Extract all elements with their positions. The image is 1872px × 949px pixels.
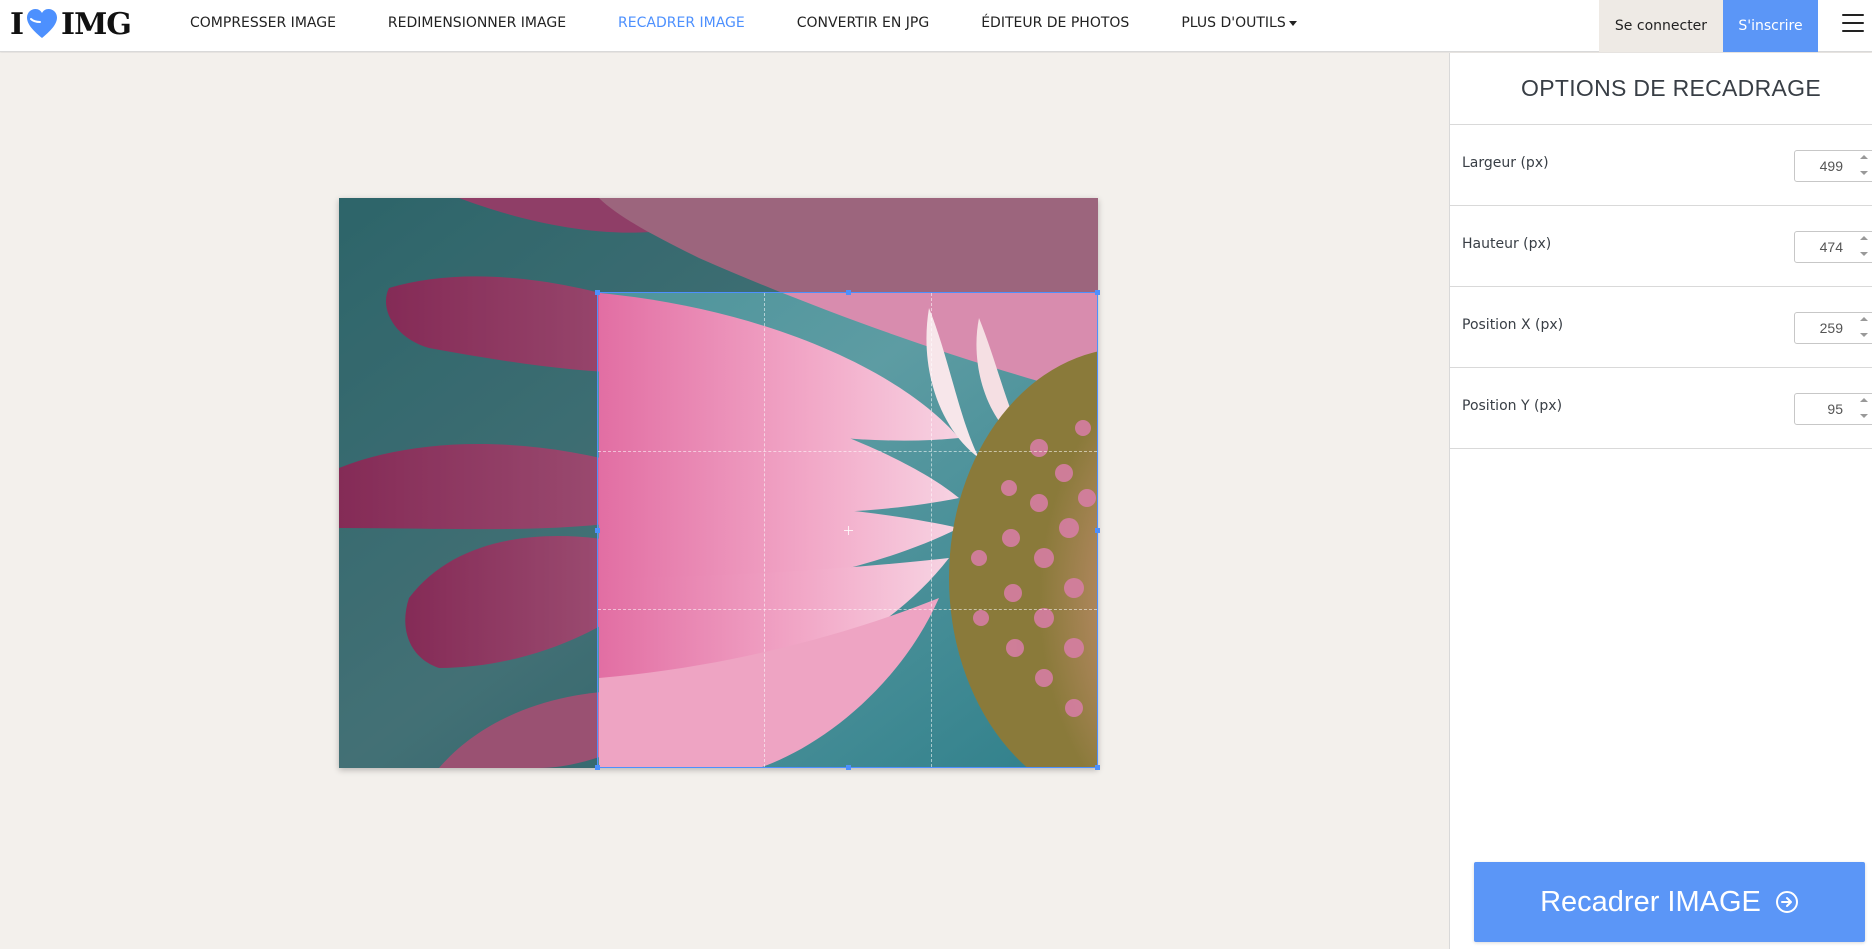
spin-down-icon[interactable] [1860, 171, 1868, 175]
height-stepper[interactable] [1859, 233, 1869, 259]
resize-handle-ne[interactable] [1095, 290, 1100, 295]
resize-handle-s[interactable] [845, 765, 851, 770]
caret-down-icon [1288, 20, 1297, 26]
nav-more-tools[interactable]: PLUS D'OUTILS [1181, 15, 1297, 31]
spin-up-icon[interactable] [1860, 317, 1868, 321]
position-y-label: Position Y (px) [1462, 398, 1563, 414]
spin-up-icon[interactable] [1860, 155, 1868, 159]
resize-handle-e[interactable] [1095, 528, 1100, 533]
nav-crop-image[interactable]: RECADRER IMAGE [618, 15, 745, 31]
resize-handle-sw[interactable] [595, 765, 600, 770]
arrow-circle-right-icon [1775, 891, 1798, 913]
resize-handle-se[interactable] [1095, 765, 1100, 770]
logo-text-right: IMG [61, 6, 132, 42]
width-stepper[interactable] [1859, 152, 1869, 178]
option-position-y-row: Position Y (px) 95 [1450, 368, 1872, 449]
heart-icon [27, 9, 58, 38]
option-height-row: Hauteur (px) 474 [1450, 206, 1872, 287]
option-width-row: Largeur (px) 499 [1450, 125, 1872, 206]
crop-selection-box[interactable] [595, 290, 1100, 770]
position-x-stepper[interactable] [1859, 314, 1869, 340]
signup-button[interactable]: S'inscrire [1723, 0, 1818, 52]
crop-image-button[interactable]: Recadrer IMAGE [1474, 862, 1865, 942]
spin-up-icon[interactable] [1860, 236, 1868, 240]
main-nav: COMPRESSER IMAGE REDIMENSIONNER IMAGE RE… [190, 0, 1349, 46]
position-y-stepper[interactable] [1859, 395, 1869, 421]
top-navbar: I IMG COMPRESSER IMAGE REDIMENSIONNER IM… [0, 0, 1872, 52]
height-label: Hauteur (px) [1462, 236, 1552, 252]
menu-bar [1842, 30, 1864, 32]
spin-down-icon[interactable] [1860, 333, 1868, 337]
menu-bar [1842, 14, 1864, 16]
nav-photo-editor[interactable]: ÉDITEUR DE PHOTOS [981, 15, 1129, 31]
nav-more-tools-label: PLUS D'OUTILS [1181, 15, 1286, 31]
grid-line [598, 450, 1097, 452]
menu-bar [1842, 22, 1864, 24]
sidebar-title: OPTIONS DE RECADRAGE [1450, 53, 1872, 125]
crop-options-sidebar: OPTIONS DE RECADRAGE Largeur (px) 499 Ha… [1449, 53, 1872, 949]
spin-up-icon[interactable] [1860, 398, 1868, 402]
resize-handle-nw[interactable] [595, 290, 600, 295]
crop-center-crosshair-icon [843, 526, 853, 535]
crop-button-label: Recadrer IMAGE [1540, 885, 1761, 918]
grid-line [598, 608, 1097, 610]
grid-line [764, 293, 766, 767]
logo-text-left: I [10, 6, 24, 42]
hamburger-menu-icon[interactable] [1842, 14, 1864, 32]
nav-convert-jpg[interactable]: CONVERTIR EN JPG [797, 15, 929, 31]
resize-handle-w[interactable] [595, 528, 600, 533]
resize-handle-n[interactable] [845, 290, 851, 295]
nav-compress-image[interactable]: COMPRESSER IMAGE [190, 15, 336, 31]
brand-logo[interactable]: I IMG [10, 6, 132, 42]
nav-resize-image[interactable]: REDIMENSIONNER IMAGE [388, 15, 566, 31]
spin-down-icon[interactable] [1860, 252, 1868, 256]
position-x-label: Position X (px) [1462, 317, 1564, 333]
option-position-x-row: Position X (px) 259 [1450, 287, 1872, 368]
grid-line [930, 293, 932, 767]
login-button[interactable]: Se connecter [1599, 0, 1723, 52]
width-label: Largeur (px) [1462, 155, 1549, 171]
spin-down-icon[interactable] [1860, 414, 1868, 418]
